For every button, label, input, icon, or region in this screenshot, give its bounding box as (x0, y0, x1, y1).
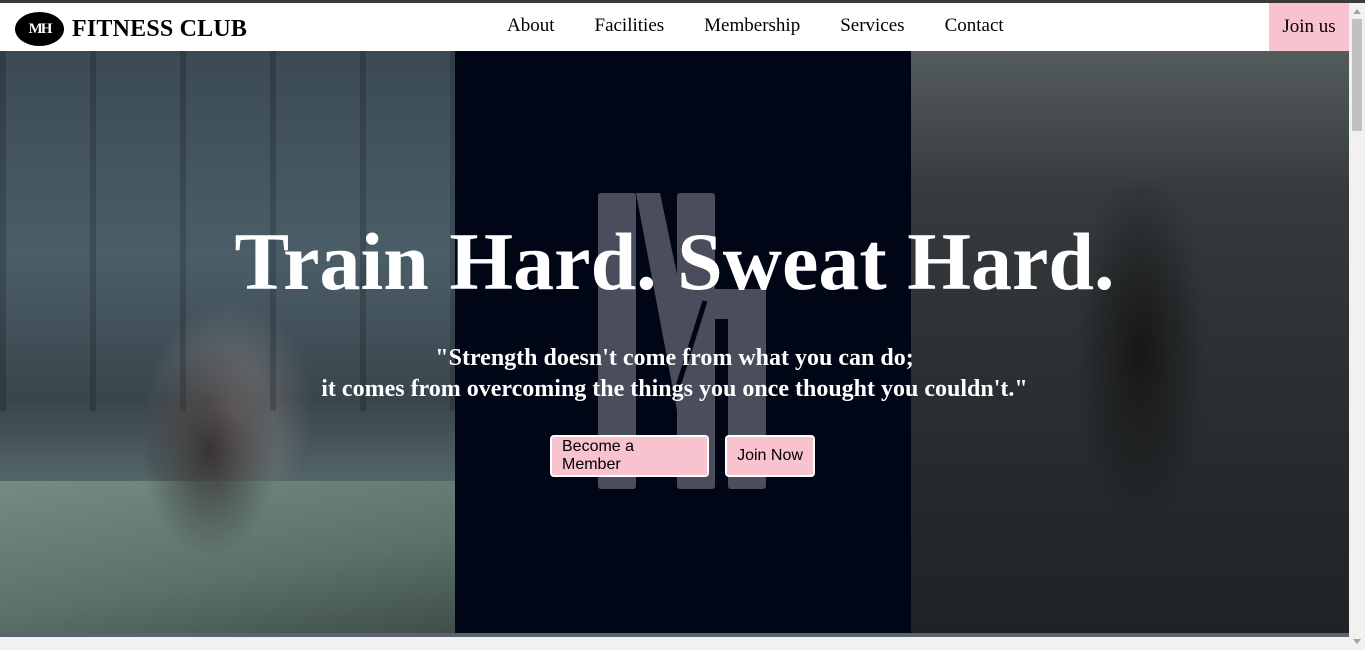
brand-logo: MH (15, 12, 64, 46)
hero-quote-line-2: it comes from overcoming the things you … (321, 376, 1028, 402)
nav-link-membership[interactable]: Membership (704, 15, 800, 37)
join-us-button[interactable]: Join us (1269, 3, 1349, 51)
join-now-button[interactable]: Join Now (725, 435, 815, 477)
brand-name: FITNESS CLUB (72, 15, 248, 42)
nav-link-facilities[interactable]: Facilities (595, 15, 665, 37)
nav-link-services[interactable]: Services (840, 15, 904, 37)
hero-logo-panel (455, 51, 911, 633)
nav-link-contact[interactable]: Contact (945, 15, 1004, 37)
nav-link-about[interactable]: About (507, 15, 555, 37)
become-member-button[interactable]: Become a Member (550, 435, 709, 477)
hero-quote-line-1: "Strength doesn't come from what you can… (435, 345, 914, 371)
hero-image-woman-workout (0, 51, 455, 633)
hero-section: Train Hard. Sweat Hard. "Strength doesn'… (0, 51, 1349, 633)
nav-links: About Facilities Membership Services Con… (507, 15, 1044, 37)
brand[interactable]: MH FITNESS CLUB (15, 12, 247, 46)
scrollbar-thumb[interactable] (1352, 19, 1362, 131)
hero-quote: "Strength doesn't come from what you can… (0, 343, 1349, 405)
navbar: MH FITNESS CLUB About Facilities Members… (0, 3, 1349, 51)
vertical-scrollbar[interactable] (1349, 3, 1365, 650)
hero-title: Train Hard. Sweat Hard. (234, 216, 1115, 307)
horizontal-scrollbar[interactable] (0, 637, 1349, 650)
gym-light-decoration (911, 51, 1349, 191)
panel-logo-icon (598, 193, 766, 492)
hero-image-man-weights (911, 51, 1349, 633)
scroll-up-arrow-icon[interactable] (1353, 9, 1361, 14)
scroll-down-arrow-icon[interactable] (1353, 639, 1361, 644)
hero-buttons: Become a Member Join Now (550, 435, 815, 477)
